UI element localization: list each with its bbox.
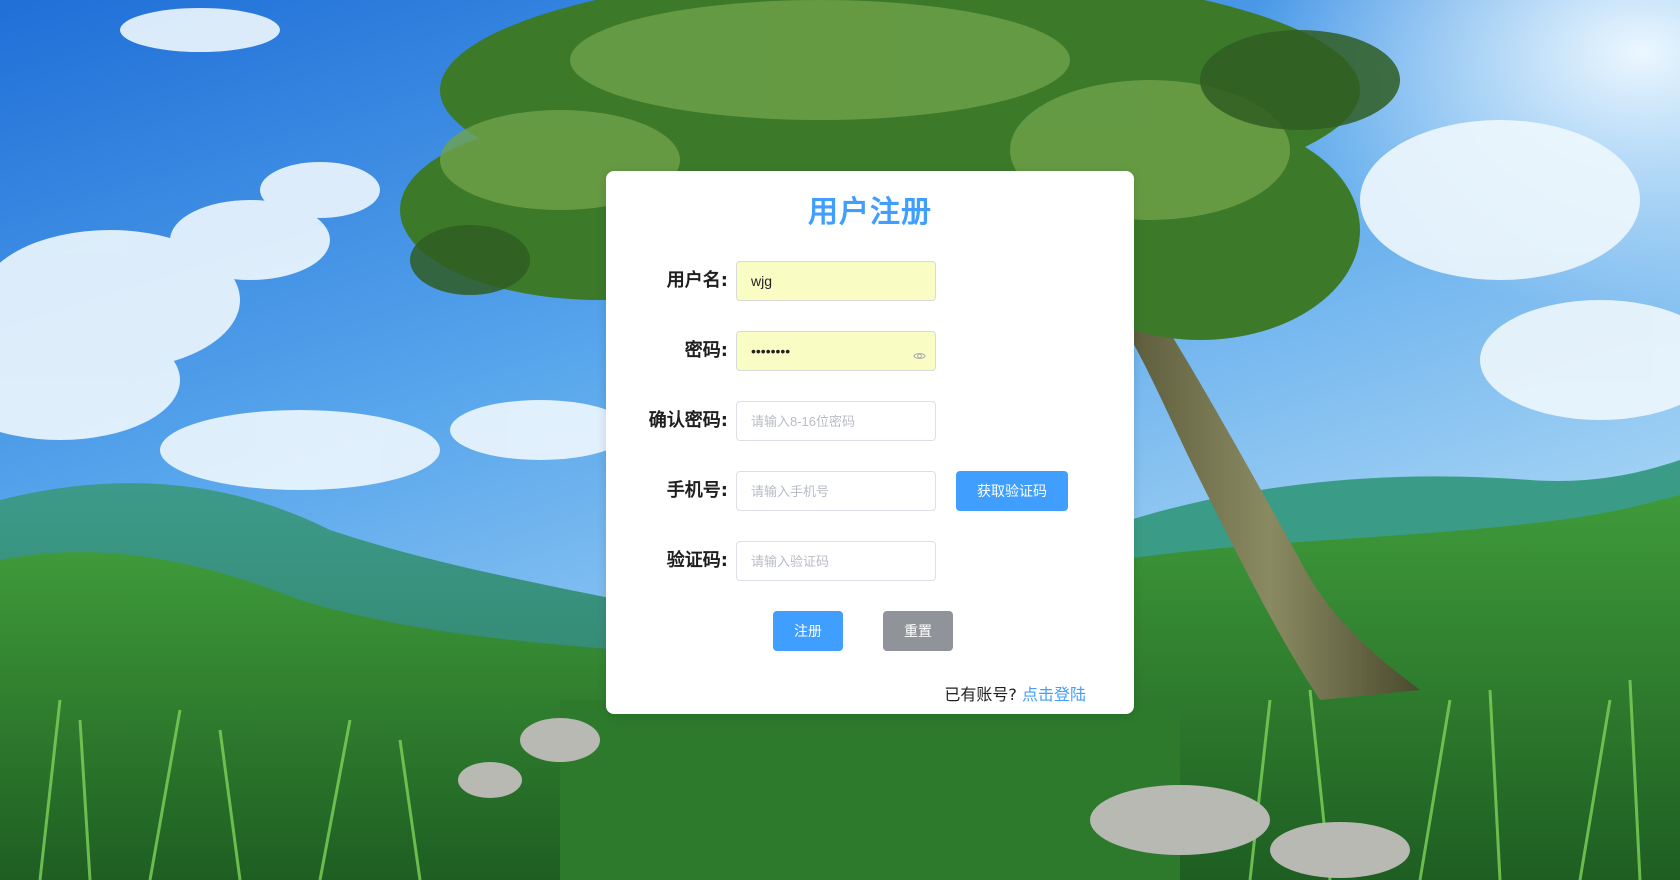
password-row: 密码:: [606, 331, 1134, 371]
phone-field[interactable]: [736, 471, 936, 511]
confirm-password-label: 确认密码:: [648, 410, 728, 431]
code-label: 验证码:: [666, 550, 728, 571]
login-prompt-text: 已有账号?: [944, 685, 1017, 704]
eye-icon[interactable]: [913, 346, 926, 359]
username-label: 用户名:: [666, 270, 728, 291]
login-link[interactable]: 点击登陆: [1022, 685, 1086, 704]
username-row: 用户名:: [606, 261, 1134, 301]
confirm-password-row: 确认密码:: [606, 401, 1134, 441]
register-button[interactable]: 注册: [773, 611, 843, 651]
code-input[interactable]: [751, 542, 919, 580]
register-card: 用户注册 用户名: 密码: 确认密码: 手机号:: [606, 171, 1134, 714]
phone-label: 手机号:: [666, 480, 728, 501]
username-field[interactable]: [736, 261, 936, 301]
phone-row: 手机号: 获取验证码: [606, 471, 1134, 511]
password-label: 密码:: [684, 340, 728, 361]
page-title: 用户注册: [808, 195, 932, 230]
username-input[interactable]: [751, 262, 919, 300]
code-field[interactable]: [736, 541, 936, 581]
phone-input[interactable]: [751, 472, 919, 510]
confirm-password-input[interactable]: [751, 402, 919, 440]
reset-button[interactable]: 重置: [883, 611, 953, 651]
code-row: 验证码:: [606, 541, 1134, 581]
confirm-password-field[interactable]: [736, 401, 936, 441]
password-input[interactable]: [751, 332, 919, 370]
password-field[interactable]: [736, 331, 936, 371]
get-code-button[interactable]: 获取验证码: [956, 471, 1068, 511]
login-prompt: 已有账号? 点击登陆: [944, 681, 1086, 705]
